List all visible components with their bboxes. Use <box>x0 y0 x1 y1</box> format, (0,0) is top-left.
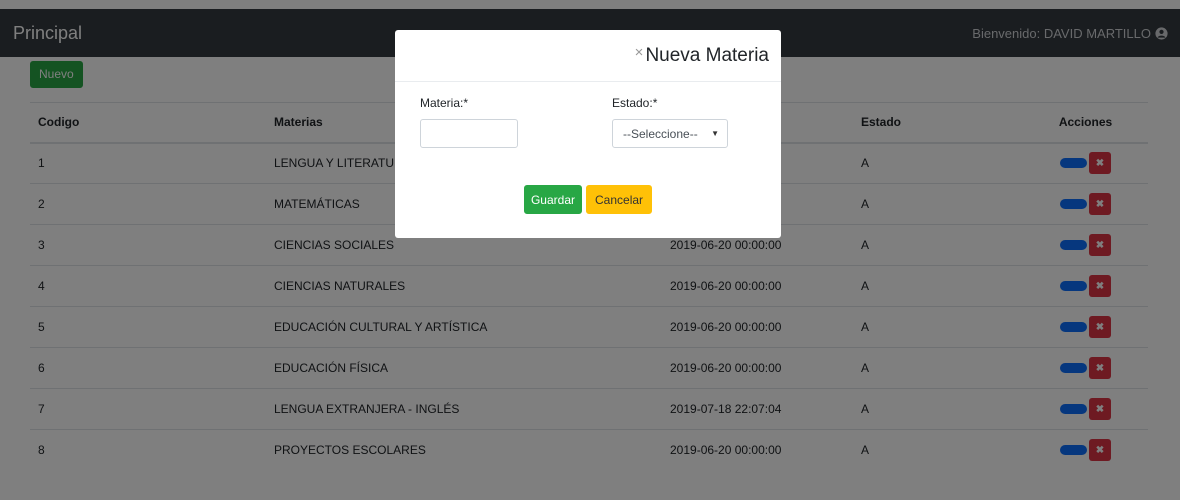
modal-header: × Nueva Materia <box>395 30 781 82</box>
save-button[interactable]: Guardar <box>523 185 582 214</box>
materia-label: Materia:* <box>420 96 469 110</box>
new-subject-modal: × Nueva Materia Materia:* Estado:* --Sel… <box>395 30 781 238</box>
estado-select[interactable]: --Seleccione-- ▼ <box>612 119 728 148</box>
estado-label: Estado:* <box>612 96 658 110</box>
chevron-down-icon: ▼ <box>711 129 719 138</box>
estado-selected-value: --Seleccione-- <box>623 126 698 141</box>
modal-footer: Guardar Cancelar <box>395 185 781 214</box>
materia-input[interactable] <box>420 119 518 148</box>
materia-group: Materia:* <box>420 96 468 110</box>
modal-title: Nueva Materia <box>645 44 769 66</box>
modal-form: Materia:* Estado:* --Seleccione-- ▼ <box>420 96 756 156</box>
estado-group: Estado:* <box>612 96 657 110</box>
close-icon[interactable]: × <box>635 44 644 61</box>
cancel-button[interactable]: Cancelar <box>586 185 653 214</box>
